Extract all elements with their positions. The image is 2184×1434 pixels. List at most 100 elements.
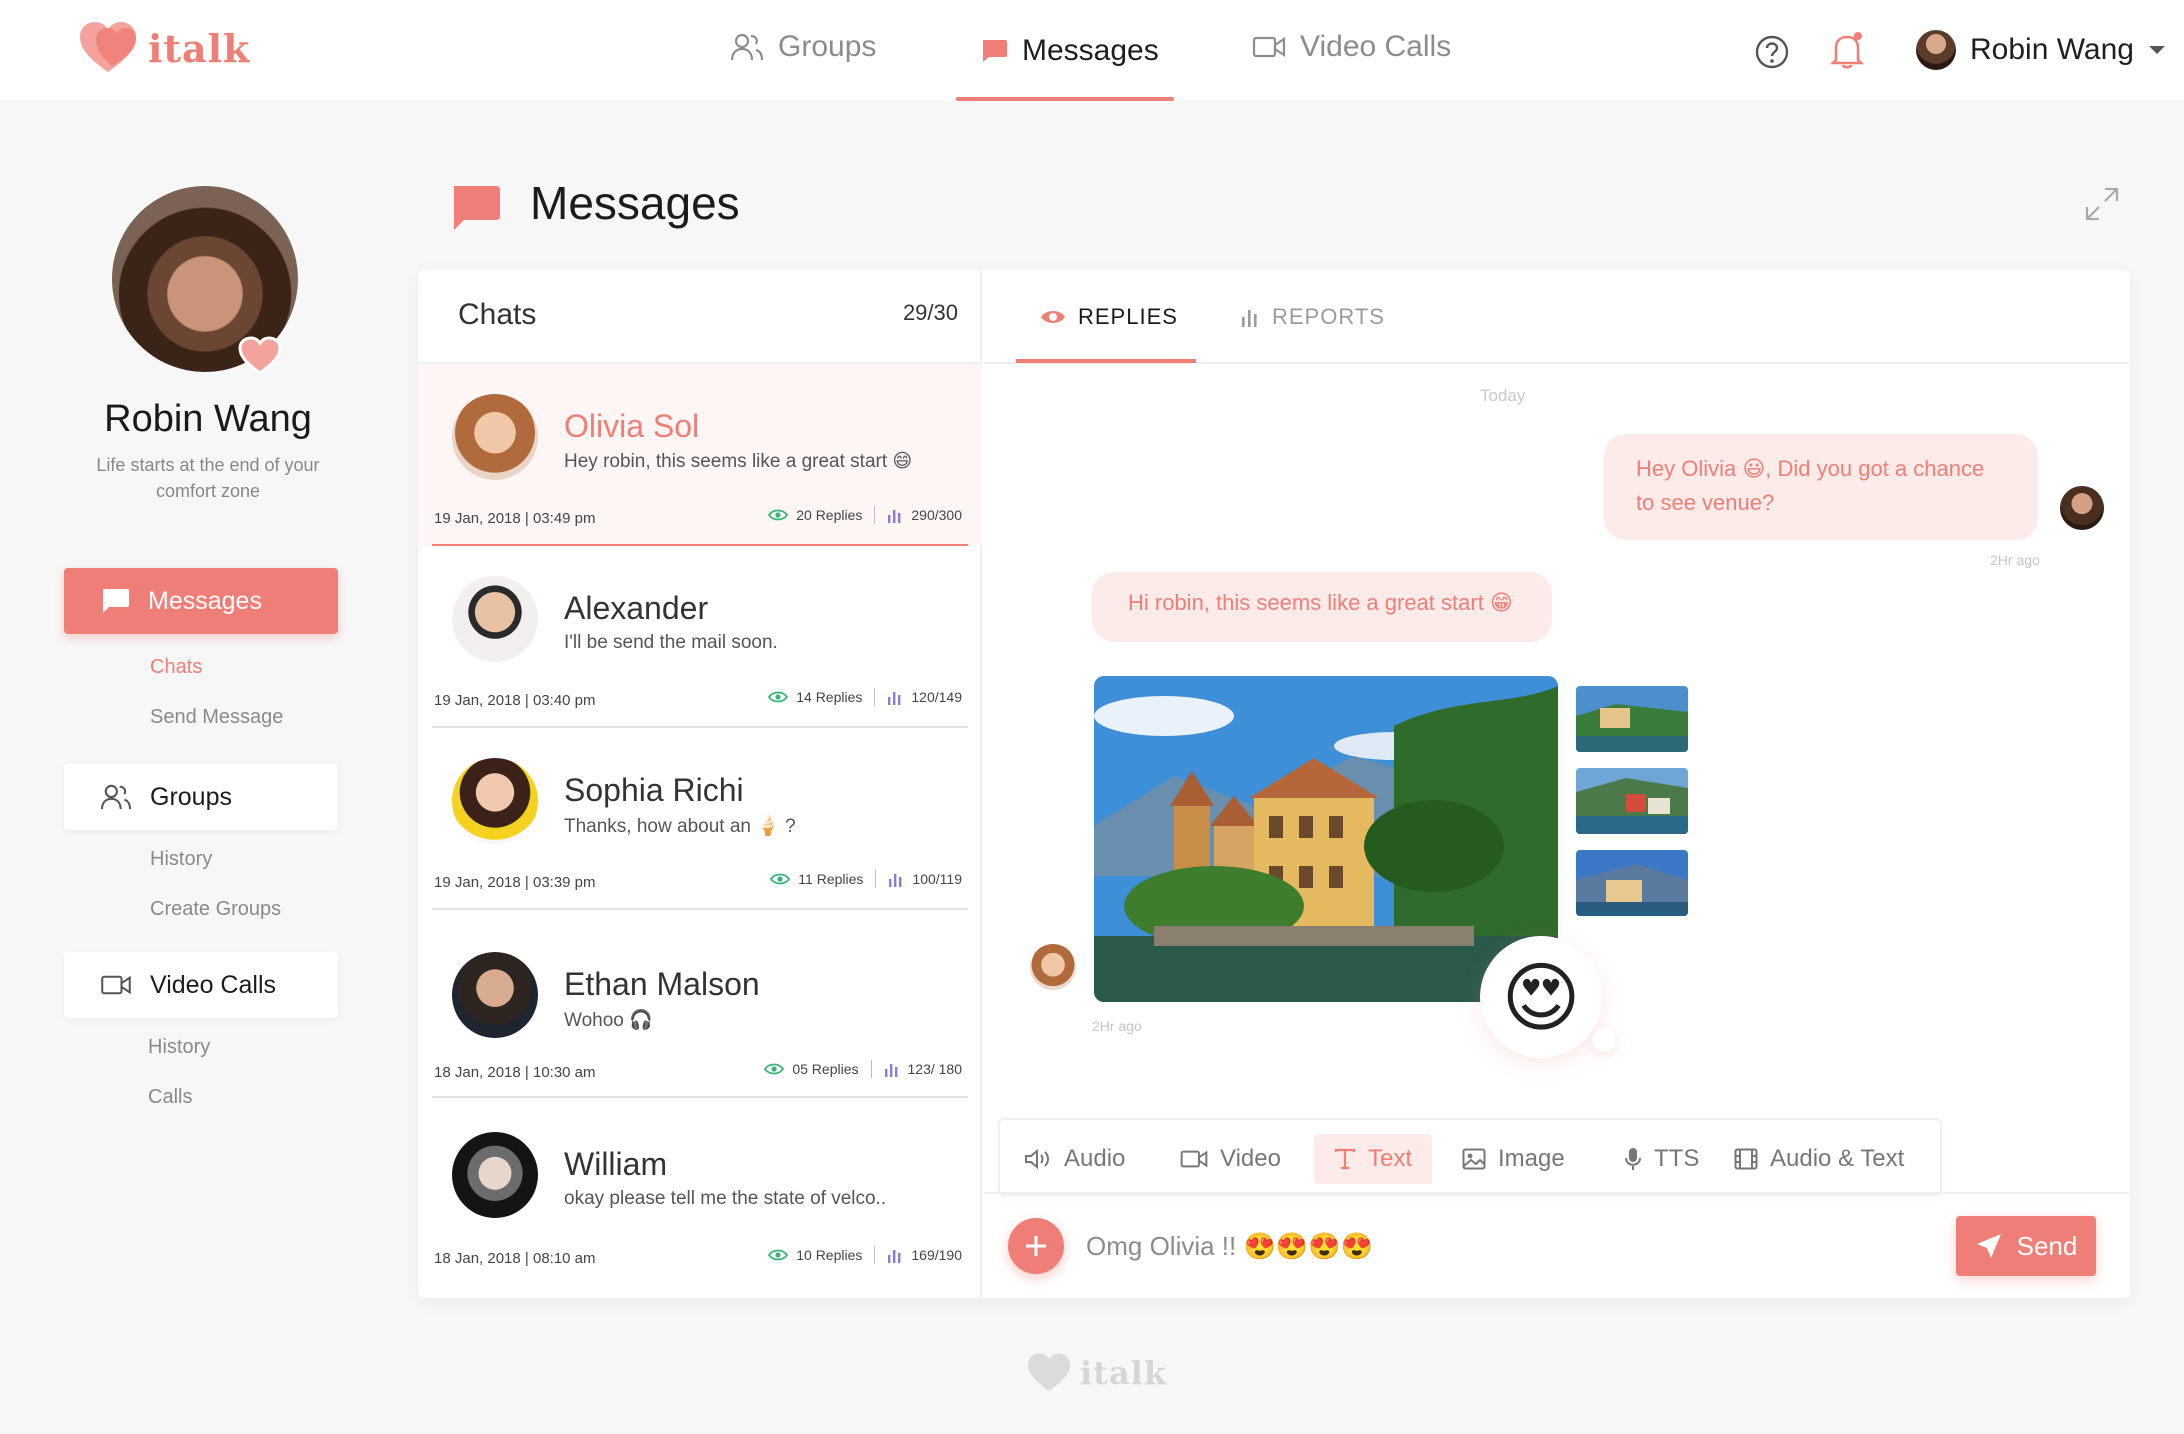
- list-item[interactable]: Alexander I'll be send the mail soon. 19…: [418, 546, 982, 728]
- sidebar-item-groups[interactable]: Groups: [64, 764, 338, 830]
- sidebar-item-video-calls[interactable]: Video Calls: [64, 952, 338, 1018]
- chat-stats: 05 Replies 123/ 180: [764, 1060, 962, 1078]
- sidebar-item-label: Groups: [150, 782, 232, 811]
- image-thumbnail[interactable]: [1576, 768, 1688, 834]
- tool-video[interactable]: Video: [1160, 1134, 1301, 1184]
- bar-chart-icon: [1242, 310, 1257, 327]
- message-input[interactable]: [1086, 1224, 1866, 1268]
- divider: [874, 688, 876, 706]
- chevron-down-icon: [2148, 46, 2165, 54]
- chat-name: Ethan Malson: [564, 966, 760, 1002]
- nav-video-calls-label: Video Calls: [1300, 30, 1452, 63]
- chat-ratio: 169/190: [911, 1247, 962, 1263]
- bar-chart-icon: [888, 510, 901, 523]
- avatar: [452, 952, 538, 1038]
- eye-icon: [768, 509, 789, 521]
- nav-messages[interactable]: Messages: [980, 34, 1159, 68]
- heart-logo-icon: [1028, 1353, 1070, 1391]
- tool-audio-text[interactable]: Audio & Text: [1714, 1134, 1924, 1184]
- tool-image-label: Image: [1498, 1145, 1565, 1172]
- message-icon: [454, 186, 500, 230]
- page-title: Messages: [530, 177, 740, 229]
- chat-stats: 11 Replies 100/119: [770, 870, 962, 888]
- eye-icon: [1041, 311, 1065, 323]
- tab-reports-label: REPORTS: [1272, 304, 1385, 329]
- tool-audio[interactable]: Audio: [1004, 1134, 1145, 1184]
- video-icon: [1252, 36, 1286, 58]
- chat-ratio: 290/300: [911, 507, 962, 523]
- landscape-photo: [1094, 676, 1558, 1002]
- sidebar-item-messages[interactable]: Messages: [64, 568, 338, 634]
- list-item[interactable]: Sophia Richi Thanks, how about an 🍦 ? 19…: [418, 728, 982, 910]
- expand-icon[interactable]: [2084, 186, 2120, 222]
- chat-preview: Wohoo 🎧: [564, 1010, 653, 1031]
- sidebar-sub-video-history[interactable]: History: [148, 1036, 210, 1059]
- brand-logo[interactable]: italk: [78, 20, 250, 76]
- chat-preview: Hey robin, this seems like a great start…: [564, 451, 913, 472]
- chat-stats: 20 Replies 290/300: [768, 506, 962, 524]
- sidebar-item-label: Video Calls: [150, 970, 277, 999]
- tab-active-indicator: [1016, 359, 1196, 363]
- brand-name: italk: [148, 25, 251, 71]
- list-item[interactable]: William okay please tell me the state of…: [418, 1098, 982, 1288]
- avatar: [452, 758, 538, 844]
- footer-brand-name: italk: [1080, 1354, 1167, 1392]
- heart-logo-icon: [80, 22, 136, 72]
- image-thumbnail[interactable]: [1576, 686, 1688, 752]
- tool-image[interactable]: Image: [1442, 1134, 1585, 1184]
- tool-tts[interactable]: TTS: [1604, 1134, 1719, 1184]
- chat-preview: okay please tell me the state of velco..: [564, 1188, 887, 1209]
- eye-icon: [768, 1249, 789, 1261]
- chat-date: 18 Jan, 2018 | 10:30 am: [434, 1064, 596, 1081]
- heart-badge-icon: [238, 336, 282, 375]
- chat-replies: 10 Replies: [796, 1247, 863, 1263]
- divider: [984, 1192, 2130, 1194]
- send-icon: [1976, 1234, 2001, 1258]
- thumbnail-photo: [1576, 768, 1688, 834]
- notification-bell-icon[interactable]: [1828, 30, 1866, 70]
- sidebar-sub-create-groups[interactable]: Create Groups: [150, 898, 281, 921]
- add-attachment-button[interactable]: [1008, 1218, 1064, 1274]
- send-button[interactable]: Send: [1956, 1216, 2096, 1276]
- chat-list-header: Chats 29/30: [418, 270, 982, 364]
- chat-preview: I'll be send the mail soon.: [564, 632, 778, 653]
- sidebar-sub-chats[interactable]: Chats: [150, 656, 202, 679]
- video-icon: [101, 975, 131, 995]
- image-thumbnail[interactable]: [1576, 850, 1688, 916]
- avatar: [452, 576, 538, 662]
- sidebar-sub-calls[interactable]: Calls: [148, 1086, 192, 1109]
- message-time: 2Hr ago: [1092, 1018, 1142, 1034]
- user-menu[interactable]: Robin Wang: [1916, 30, 2166, 70]
- sidebar-item-label: Messages: [148, 586, 262, 615]
- thumbnail-photo: [1576, 850, 1688, 916]
- nav-groups[interactable]: Groups: [730, 30, 876, 64]
- chat-ratio: 100/119: [912, 871, 962, 887]
- avatar: [1030, 944, 1076, 990]
- sidebar-sub-send-message[interactable]: Send Message: [150, 706, 283, 729]
- message-type-toolbar: Audio Video Text Image TTS Audio & Text: [998, 1118, 1942, 1196]
- reaction-emoji[interactable]: 😍: [1480, 936, 1602, 1058]
- tool-text[interactable]: Text: [1314, 1134, 1433, 1184]
- chat-date: 19 Jan, 2018 | 03:39 pm: [434, 874, 596, 891]
- chat-date: 18 Jan, 2018 | 08:10 am: [434, 1250, 596, 1267]
- tab-replies[interactable]: REPLIES: [1040, 304, 1178, 330]
- list-item[interactable]: Ethan Malson Wohoo 🎧 18 Jan, 2018 | 10:3…: [418, 910, 982, 1098]
- chat-name: Sophia Richi: [564, 772, 744, 808]
- bar-chart-icon: [884, 1064, 897, 1077]
- reaction-dot: [1592, 1028, 1616, 1052]
- sidebar-sub-history[interactable]: History: [150, 848, 212, 871]
- nav-video-calls[interactable]: Video Calls: [1252, 30, 1451, 64]
- chat-preview: Thanks, how about an 🍦 ?: [564, 816, 796, 837]
- chat-date: 19 Jan, 2018 | 03:40 pm: [434, 692, 596, 709]
- list-item[interactable]: Olivia Sol Hey robin, this seems like a …: [418, 364, 982, 546]
- bar-chart-icon: [888, 692, 901, 705]
- image-icon: [1462, 1148, 1486, 1170]
- help-icon[interactable]: [1754, 34, 1790, 70]
- tab-reports[interactable]: REPORTS: [1240, 304, 1385, 330]
- shared-image[interactable]: [1094, 676, 1558, 1002]
- message-icon: [103, 589, 129, 613]
- avatar: [2060, 486, 2104, 530]
- profile-bio: Life starts at the end of your comfort z…: [96, 455, 320, 501]
- outgoing-message: Hey Olivia 😃, Did you got a chance to se…: [1604, 434, 2038, 540]
- message-time: 2Hr ago: [1990, 552, 2040, 568]
